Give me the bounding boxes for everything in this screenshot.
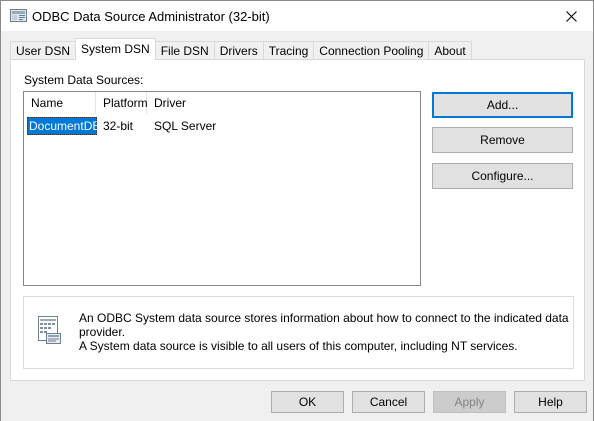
list-header: Name Platform Driver [24,92,420,114]
configure-button-label: Configure... [471,169,534,183]
close-icon [565,10,577,22]
system-dsn-panel: System Data Sources: Name Platform Drive… [10,59,585,381]
info-box: An ODBC System data source stores inform… [23,296,574,369]
tab-strip: User DSN System DSN File DSN Drivers Tra… [10,38,472,60]
ok-button[interactable]: OK [271,391,344,413]
tab-system-dsn[interactable]: System DSN [75,38,156,60]
configure-button[interactable]: Configure... [432,163,573,189]
info-text-line-1: An ODBC System data source stores inform… [79,311,569,339]
help-button-label: Help [538,395,563,409]
cancel-button-label: Cancel [369,395,408,409]
table-row[interactable]: DocumentDB 32-bit SQL Server [24,117,420,135]
tab-about[interactable]: About [428,41,472,60]
odbc-admin-window: ODBC Data Source Administrator (32-bit) … [0,0,594,421]
window-title: ODBC Data Source Administrator (32-bit) [32,9,270,24]
row-name-cell[interactable]: DocumentDB [27,117,100,135]
ok-button-label: OK [298,395,317,409]
help-button[interactable]: Help [514,391,587,413]
system-data-sources-list[interactable]: Name Platform Driver DocumentDB 32-bit S… [23,91,421,286]
tab-file-dsn[interactable]: File DSN [154,41,215,60]
tab-drivers[interactable]: Drivers [213,41,264,60]
column-header-driver[interactable]: Driver [147,92,287,114]
data-source-icon [34,314,64,346]
row-platform-cell: 32-bit [103,119,134,133]
dialog-button-bar: OK Cancel Apply Help [1,383,593,421]
cancel-button[interactable]: Cancel [352,391,425,413]
tab-connection-pooling[interactable]: Connection Pooling [313,41,430,60]
add-button[interactable]: Add... [432,92,573,118]
apply-button-label: Apply [454,395,485,409]
remove-button-label: Remove [480,133,525,147]
column-header-platform[interactable]: Platform [96,92,148,114]
row-driver-cell: SQL Server [154,119,217,133]
apply-button[interactable]: Apply [433,391,506,413]
info-text-line-2: A System data source is visible to all u… [79,339,518,353]
odbc-admin-icon [10,8,27,24]
title-bar: ODBC Data Source Administrator (32-bit) [1,1,593,31]
tab-user-dsn[interactable]: User DSN [10,41,77,60]
close-button[interactable] [549,1,593,31]
info-text: An ODBC System data source stores inform… [79,311,569,353]
tab-tracing[interactable]: Tracing [262,41,315,60]
system-data-sources-label: System Data Sources: [24,73,144,87]
remove-button[interactable]: Remove [432,127,573,153]
column-header-name[interactable]: Name [24,92,96,114]
add-button-label: Add... [486,98,519,112]
